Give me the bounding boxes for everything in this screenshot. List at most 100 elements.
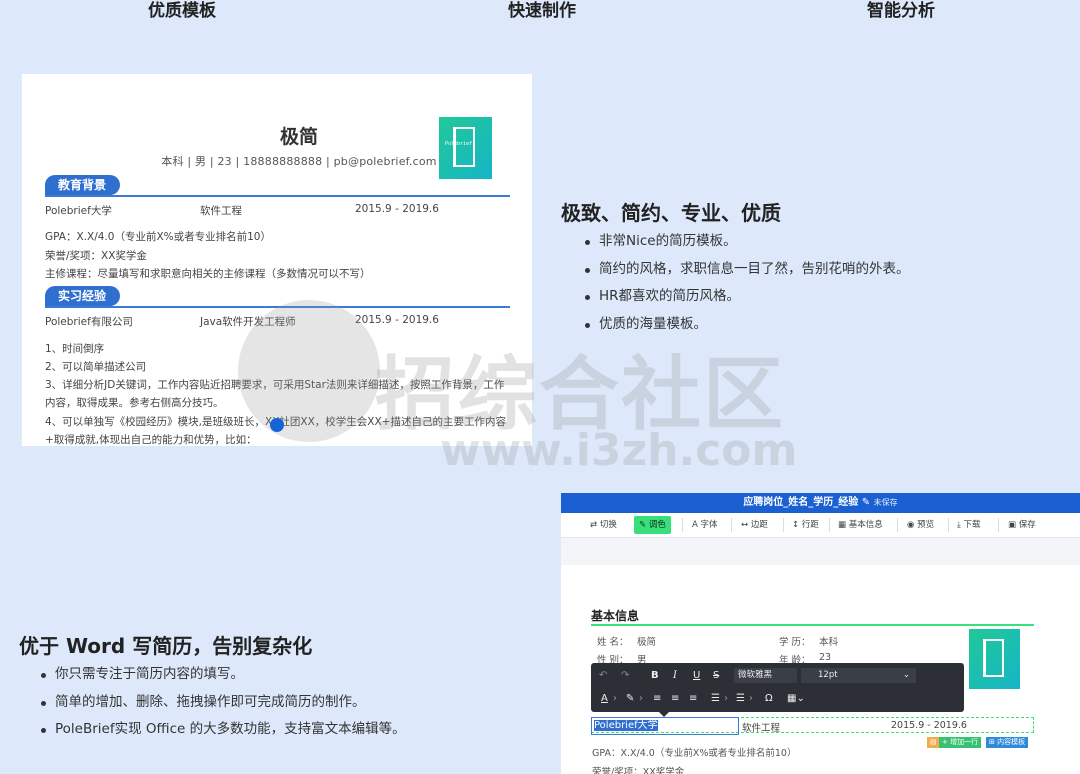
- list-item: 非常Nice的简历模板。: [581, 228, 910, 256]
- list-item: 简单的增加、删除、拖拽操作即可完成简历的制作。: [37, 689, 406, 717]
- watermark-url: www.i3zh.com: [440, 425, 798, 476]
- chevron-right-icon: ›: [639, 693, 643, 704]
- cursor-dot: [270, 418, 284, 432]
- feature2-list: 你只需专注于简历内容的填写。 简单的增加、删除、拖拽操作即可完成简历的制作。 P…: [37, 661, 406, 744]
- school-input[interactable]: Polebrief大学: [591, 717, 739, 735]
- intern-line: 内容，取得成果。参考右侧高分技巧。: [45, 397, 224, 409]
- edu-major: 软件工程: [200, 205, 242, 217]
- field-value[interactable]: 极简: [637, 634, 656, 648]
- special-char-icon[interactable]: Ω: [765, 692, 773, 706]
- chevron-right-icon: ›: [724, 693, 728, 704]
- toolbar-save-button[interactable]: ▣ 保存: [1008, 516, 1036, 534]
- tab-smart-analysis[interactable]: 智能分析: [867, 0, 935, 21]
- edu-line: 主修课程：尽量填写和求职意向相关的主修课程（多数情况可以不写）: [45, 268, 371, 280]
- section-rule: [591, 624, 1034, 626]
- font-size-value: 12pt: [818, 670, 838, 680]
- tab-quality-templates[interactable]: 优质模板: [148, 0, 216, 21]
- table-icon[interactable]: ▦⌄: [787, 692, 805, 706]
- editor-title-bar: 应聘岗位_姓名_学历_经验 ✎ 未保存: [561, 493, 1080, 513]
- editor-title[interactable]: 应聘岗位_姓名_学历_经验: [743, 497, 858, 508]
- feature1-heading: 极致、简约、专业、优质: [561, 201, 781, 225]
- photo-brand: Polebrief: [445, 141, 473, 147]
- toolbar-font-button[interactable]: A 字体: [692, 516, 718, 534]
- font-family-select[interactable]: 微软雅黑: [734, 668, 797, 683]
- add-row-button[interactable]: + 增加一行: [939, 737, 982, 748]
- editor-preview: 应聘岗位_姓名_学历_经验 ✎ 未保存 ⇄ 切换 ✎ 调色 A 字体 ↔ 边距 …: [561, 493, 1080, 774]
- chevron-right-icon: ›: [749, 693, 753, 704]
- undo-icon[interactable]: ↶: [599, 669, 607, 683]
- toolbar-download-button[interactable]: ⤓ 下载: [957, 516, 980, 534]
- toolbar-line-spacing-button[interactable]: ↕ 行距: [792, 516, 819, 534]
- font-size-select[interactable]: 12pt ⌄: [801, 668, 916, 683]
- education-label: 教育背景: [45, 175, 121, 195]
- delete-row-icon[interactable]: ▤: [927, 737, 940, 748]
- align-right-icon[interactable]: ≡: [689, 692, 697, 706]
- list-item: 你只需专注于简历内容的填写。: [37, 661, 406, 689]
- edu-school: Polebrief大学: [45, 205, 112, 217]
- feature2-heading: 优于 Word 写简历，告别复杂化: [19, 634, 313, 658]
- bold-icon[interactable]: B: [651, 669, 659, 683]
- internship-section-header: 实习经验: [45, 286, 510, 308]
- editor-photo[interactable]: [969, 629, 1020, 689]
- redo-icon[interactable]: ↷: [621, 669, 629, 683]
- strikethrough-icon[interactable]: S: [713, 669, 719, 683]
- edu-line: GPA：X.X/4.0（专业前X%或者专业排名前10）: [45, 231, 271, 243]
- watermark-logo-icon: [238, 300, 380, 442]
- toolbar-divider: [731, 518, 732, 532]
- toolbar-divider: [783, 518, 784, 532]
- edu-line: 荣誉/奖项：XX奖学金: [45, 250, 147, 262]
- toolbar-divider: [897, 518, 898, 532]
- feature1-list: 非常Nice的简历模板。 简约的风格，求职信息一目了然，告别花哨的外表。 HR都…: [581, 228, 910, 338]
- education-section-header: 教育背景: [45, 175, 510, 197]
- list-item: HR都喜欢的简历风格。: [581, 283, 910, 311]
- align-left-icon[interactable]: ≡: [653, 692, 661, 706]
- field-value[interactable]: 本科: [819, 634, 838, 648]
- toolbar-divider: [682, 518, 683, 532]
- resume-photo: Polebrief: [439, 117, 492, 179]
- toolbar-divider: [829, 518, 830, 532]
- list-item: PoleBrief实现 Office 的大多数功能，支持富文本编辑等。: [37, 716, 406, 744]
- toolbar-basic-info-button[interactable]: ▦ 基本信息: [838, 516, 883, 534]
- font-color-icon[interactable]: A: [601, 692, 608, 706]
- toolbar-switch-button[interactable]: ⇄ 切换: [590, 516, 617, 534]
- intern-line: 2、可以简单描述公司: [45, 361, 147, 373]
- basic-info-heading: 基本信息: [591, 609, 640, 623]
- selected-text: Polebrief大学: [594, 720, 658, 731]
- toolbar-preview-button[interactable]: ◉ 预览: [907, 516, 934, 534]
- door-logo-icon: [453, 127, 475, 167]
- edit-icon[interactable]: ✎: [862, 497, 870, 508]
- door-logo-icon: [983, 639, 1004, 677]
- toolbar-divider: [948, 518, 949, 532]
- content-template-button[interactable]: ⊞ 内容模板: [986, 737, 1029, 748]
- underline-icon[interactable]: U: [693, 669, 700, 683]
- intern-company: Polebrief有限公司: [45, 316, 133, 328]
- edu-period: 2015.9 - 2019.6: [355, 203, 439, 215]
- ordered-list-icon[interactable]: ☰: [711, 692, 720, 706]
- toolbar-divider: [998, 518, 999, 532]
- intern-line: 1、时间倒序: [45, 343, 105, 355]
- field-label: 姓 名：: [597, 637, 629, 648]
- editor-toolbar: ⇄ 切换 ✎ 调色 A 字体 ↔ 边距 ↕ 行距 ▦ 基本信息 ◉ 预览 ⤓ 下…: [561, 513, 1080, 538]
- intern-period: 2015.9 - 2019.6: [355, 314, 439, 326]
- list-item: 简约的风格，求职信息一目了然，告别花哨的外表。: [581, 256, 910, 284]
- chevron-right-icon: ›: [613, 693, 617, 704]
- field-value[interactable]: 23: [819, 652, 831, 663]
- editor-line[interactable]: 荣誉/奖项：XX奖学金: [592, 764, 684, 774]
- italic-icon[interactable]: I: [673, 669, 677, 683]
- toolbar-margin-button[interactable]: ↔ 边距: [741, 516, 768, 534]
- toolbar-color-button[interactable]: ✎ 调色: [634, 516, 671, 534]
- period-cell[interactable]: 2015.9 - 2019.6: [891, 720, 967, 731]
- highlight-icon[interactable]: ✎: [626, 692, 634, 706]
- bullet-list-icon[interactable]: ☰: [736, 692, 745, 706]
- major-cell[interactable]: 软件工程: [742, 720, 780, 734]
- chevron-down-icon: ⌄: [902, 670, 910, 680]
- editor-line[interactable]: GPA：X.X/4.0（专业前X%或者专业排名前10）: [592, 745, 796, 759]
- field-label: 学 历：: [779, 637, 811, 648]
- align-center-icon[interactable]: ≡: [671, 692, 679, 706]
- internship-label: 实习经验: [45, 286, 121, 306]
- unsaved-status: 未保存: [873, 498, 898, 507]
- list-item: 优质的海量模板。: [581, 311, 910, 339]
- tab-quick-make[interactable]: 快速制作: [508, 0, 576, 21]
- intern-line: +取得成就,体现出自己的能力和优势，比如：: [45, 434, 257, 446]
- rich-text-toolbar: ↶ ↷ B I U S 微软雅黑 12pt ⌄ A › ✎ › ≡ ≡ ≡ ☰ …: [591, 663, 964, 712]
